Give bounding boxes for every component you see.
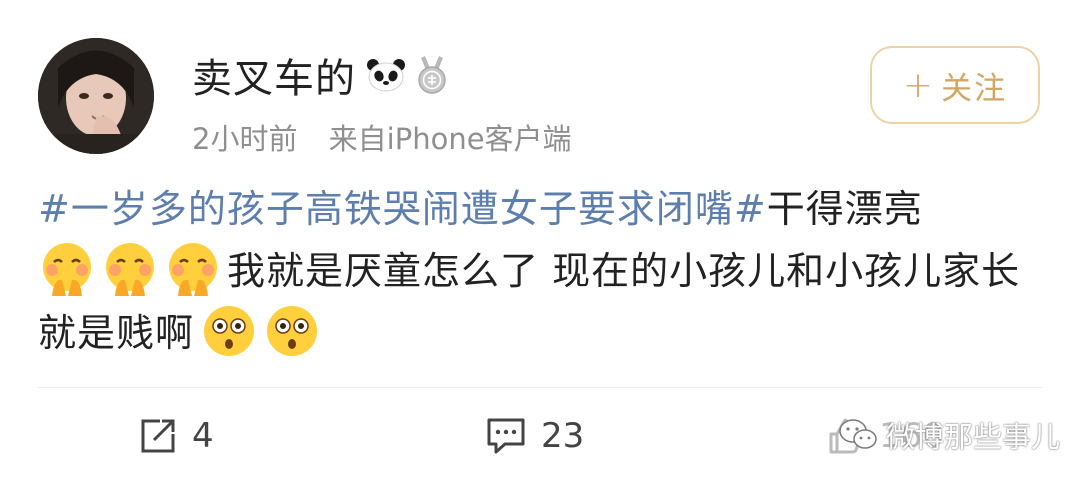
repost-button[interactable]: 4 [138, 416, 214, 456]
hashtag-link[interactable]: #一岁多的孩子高铁哭闹遭女子要求闭嘴# [38, 187, 767, 231]
username-row: 卖叉车的 [192, 46, 448, 104]
follow-label: 关注 [941, 70, 1008, 107]
blushing-hands-emoji [164, 240, 222, 298]
panda-icon [366, 58, 406, 92]
blushing-hands-emoji [38, 240, 96, 298]
avatar[interactable] [38, 38, 154, 154]
comment-icon [487, 418, 525, 454]
watermark-text: 微博那些事儿 [886, 420, 1061, 454]
plus-icon: + [902, 64, 936, 106]
shocked-face-emoji [263, 302, 321, 360]
post-source: 来自iPhone客户端 [328, 122, 572, 156]
follow-button[interactable]: + 关注 [870, 46, 1040, 124]
post-content: #一岁多的孩子高铁哭闹遭女子要求闭嘴#干得漂亮 我就是厌童怎么了 现在的小孩儿和… [38, 178, 1048, 364]
post-meta: 2小时前 来自iPhone客户端 [192, 116, 572, 158]
divider [38, 387, 1042, 388]
shocked-face-emoji [200, 302, 258, 360]
repost-count: 4 [192, 416, 214, 456]
blushing-hands-emoji [101, 240, 159, 298]
username[interactable]: 卖叉车的 [192, 46, 356, 104]
comment-count: 23 [541, 416, 585, 456]
content-text-1: 干得漂亮 [766, 187, 923, 231]
repost-icon [141, 419, 175, 453]
comment-button[interactable]: 23 [485, 416, 584, 456]
post-time: 2小时前 [192, 122, 298, 156]
watermark: 微博那些事儿 [838, 414, 1060, 456]
medal-icon [416, 56, 448, 94]
wechat-icon [839, 419, 877, 449]
